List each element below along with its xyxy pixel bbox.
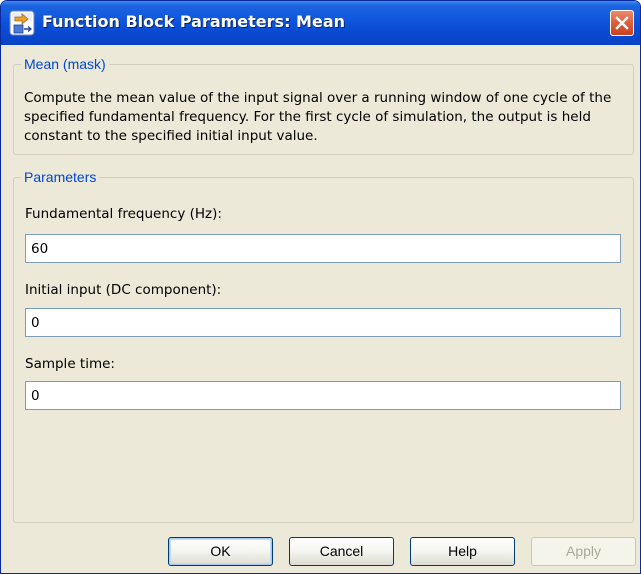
cancel-button[interactable]: Cancel (289, 537, 394, 566)
initial-input-label: Initial input (DC component): (25, 282, 222, 298)
parameters-group: Parameters Fundamental frequency (Hz): 6… (13, 169, 634, 523)
window-title: Function Block Parameters: Mean (42, 12, 345, 31)
apply-button[interactable]: Apply (531, 537, 636, 566)
sample-time-label: Sample time: (25, 356, 115, 372)
fundamental-frequency-label: Fundamental frequency (Hz): (25, 206, 222, 222)
mask-description-group: Mean (mask) Compute the mean value of th… (13, 56, 634, 155)
sample-time-input[interactable]: 0 (25, 381, 621, 410)
dialog-client-area: Mean (mask) Compute the mean value of th… (5, 45, 636, 571)
mask-description-text: Compute the mean value of the input sign… (24, 90, 612, 144)
parameters-group-legend: Parameters (21, 169, 100, 185)
title-bar[interactable]: Function Block Parameters: Mean (1, 1, 640, 45)
simulink-block-icon (9, 10, 35, 36)
ok-button[interactable]: OK (168, 537, 273, 566)
mask-group-legend: Mean (mask) (21, 56, 109, 72)
fundamental-frequency-input[interactable]: 60 (25, 234, 621, 263)
dialog-window: Function Block Parameters: Mean Mean (ma… (0, 0, 641, 574)
help-button[interactable]: Help (410, 537, 515, 566)
initial-input-field[interactable]: 0 (25, 308, 621, 337)
close-button[interactable] (610, 10, 634, 36)
